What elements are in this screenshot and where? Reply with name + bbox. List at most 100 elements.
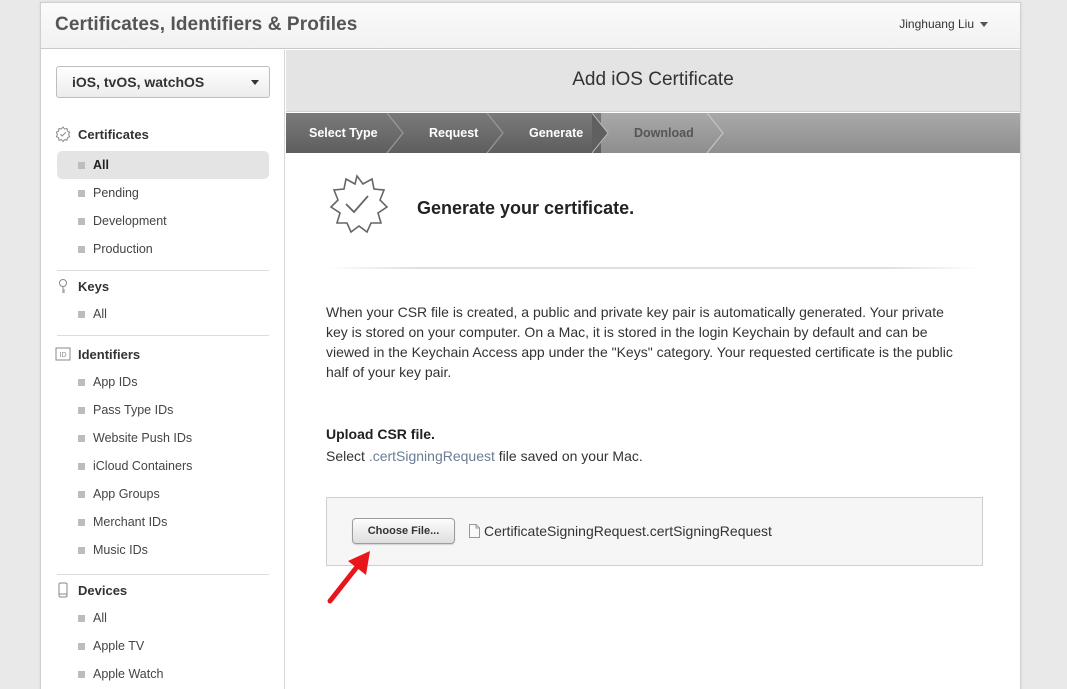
- id-icon: ID: [55, 346, 71, 362]
- sidebar-item-icloud-containers[interactable]: iCloud Containers: [57, 452, 269, 480]
- selected-file-name: CertificateSigningRequest.certSigningReq…: [484, 523, 772, 539]
- platform-select[interactable]: iOS, tvOS, watchOS: [56, 66, 270, 98]
- step-chevron-icon: [592, 113, 609, 153]
- page-header: Add iOS Certificate: [286, 50, 1020, 112]
- upload-heading: Upload CSR file.: [326, 426, 435, 442]
- key-icon: [55, 278, 71, 294]
- step-chevron-icon: [486, 113, 504, 153]
- sidebar-item-label: App IDs: [93, 375, 138, 389]
- sidebar-divider: [57, 574, 269, 575]
- id-icon-text: ID: [60, 352, 67, 359]
- step-select-type: Select Type: [309, 126, 378, 140]
- sidebar-item-apple-tv[interactable]: Apple TV: [57, 632, 269, 660]
- certificate-badge-icon: [329, 174, 388, 234]
- sidebar-divider: [57, 335, 269, 336]
- content-area: Generate your certificate. When your CSR…: [286, 153, 1020, 689]
- bullet-icon: [78, 245, 85, 253]
- sidebar-item-pass-type-ids[interactable]: Pass Type IDs: [57, 396, 269, 424]
- file-upload-box: Choose File... CertificateSigningRequest…: [326, 497, 983, 566]
- sidebar-item-app-groups[interactable]: App Groups: [57, 480, 269, 508]
- bullet-icon: [78, 406, 85, 414]
- sidebar-item-label: All: [93, 158, 109, 172]
- step-progress-bar: Select Type Request Generate Download: [286, 113, 1020, 153]
- sidebar-section-devices: Devices All Apple TV Apple Watch: [41, 579, 285, 688]
- step-download: Download: [634, 126, 694, 140]
- platform-select-value: iOS, tvOS, watchOS: [72, 74, 205, 90]
- sidebar-item-devices-all[interactable]: All: [57, 604, 269, 632]
- sidebar-item-pending[interactable]: Pending: [57, 179, 269, 207]
- sidebar-item-label: Apple Watch: [93, 667, 164, 681]
- sidebar-section-header: Devices: [41, 579, 285, 601]
- top-bar: Certificates, Identifiers & Profiles Jin…: [41, 3, 1020, 49]
- step-request: Request: [429, 126, 479, 140]
- upload-instructions: Select .certSigningRequest file saved on…: [326, 448, 643, 464]
- upload-instructions-suffix: file saved on your Mac.: [494, 448, 643, 464]
- sidebar-item-label: Apple TV: [93, 639, 145, 653]
- bullet-icon: [78, 378, 85, 386]
- sidebar-item-label: iCloud Containers: [93, 459, 193, 473]
- sidebar-section-title: Identifiers: [78, 346, 141, 362]
- sidebar-item-label: Development: [93, 214, 167, 228]
- sidebar-item-merchant-ids[interactable]: Merchant IDs: [57, 508, 269, 536]
- sidebar-item-label: Music IDs: [93, 543, 148, 557]
- bullet-icon: [78, 546, 85, 554]
- file-extension: .certSigningRequest: [368, 448, 495, 464]
- sidebar-section-header: ID Identifiers: [41, 343, 285, 365]
- device-icon: [55, 582, 71, 598]
- bullet-icon: [78, 310, 85, 318]
- step-chevron-icon: [386, 113, 404, 153]
- bullet-icon: [78, 217, 85, 225]
- certificate-icon: [55, 126, 71, 142]
- bullet-icon: [78, 642, 85, 650]
- app-title: Certificates, Identifiers & Profiles: [55, 14, 358, 35]
- bullet-icon: [78, 161, 85, 169]
- sidebar-item-apple-watch[interactable]: Apple Watch: [57, 660, 269, 688]
- sidebar-item-label: Website Push IDs: [93, 431, 193, 445]
- sidebar-item-label: Pending: [93, 186, 139, 200]
- generate-heading: Generate your certificate.: [417, 198, 635, 218]
- red-arrow-icon: [327, 551, 370, 604]
- upload-instructions-prefix: Select: [326, 448, 369, 464]
- sidebar-item-certificates-all[interactable]: All: [57, 151, 269, 179]
- step-chevron-icon: [706, 113, 724, 153]
- section-separator: [326, 267, 982, 269]
- sidebar-item-label: All: [93, 611, 107, 625]
- main-panel: Add iOS Certificate Select Type Request …: [286, 50, 1020, 689]
- sidebar-item-label: Merchant IDs: [93, 515, 168, 529]
- sidebar-item-label: App Groups: [93, 487, 160, 501]
- bullet-icon: [78, 189, 85, 197]
- bullet-icon: [78, 462, 85, 470]
- sidebar-item-label: Production: [93, 242, 153, 256]
- sidebar-section-title: Keys: [78, 278, 110, 294]
- sidebar-section-header: Certificates: [41, 123, 285, 145]
- user-menu[interactable]: Jinghuang Liu: [899, 17, 988, 31]
- sidebar-item-label: All: [93, 307, 107, 321]
- page-title: Add iOS Certificate: [572, 69, 734, 90]
- user-name: Jinghuang Liu: [899, 17, 974, 31]
- sidebar-section-identifiers: ID Identifiers App IDs Pass Type IDs Web…: [41, 343, 285, 564]
- sidebar-item-keys-all[interactable]: All: [57, 300, 269, 328]
- sidebar-section-keys: Keys All: [41, 275, 285, 328]
- sidebar-item-website-push-ids[interactable]: Website Push IDs: [57, 424, 269, 452]
- sidebar-item-label: Pass Type IDs: [93, 403, 174, 417]
- chevron-down-icon: [980, 21, 988, 27]
- bullet-icon: [78, 614, 85, 622]
- sidebar: iOS, tvOS, watchOS Certificates All Pend…: [41, 50, 285, 689]
- sidebar-item-app-ids[interactable]: App IDs: [57, 368, 269, 396]
- step-generate: Generate: [529, 126, 584, 140]
- sidebar-section-title: Certificates: [78, 126, 149, 142]
- chevron-down-icon: [251, 80, 259, 85]
- bullet-icon: [78, 670, 85, 678]
- sidebar-section-certificates: Certificates All Pending Development Pro…: [41, 123, 285, 263]
- app-window: Certificates, Identifiers & Profiles Jin…: [40, 2, 1021, 689]
- sidebar-item-development[interactable]: Development: [57, 207, 269, 235]
- sidebar-section-title: Devices: [78, 582, 128, 598]
- bullet-icon: [78, 490, 85, 498]
- sidebar-item-music-ids[interactable]: Music IDs: [57, 536, 269, 564]
- bullet-icon: [78, 434, 85, 442]
- csr-description: When your CSR file is created, a public …: [326, 304, 953, 380]
- sidebar-item-production[interactable]: Production: [57, 235, 269, 263]
- choose-file-button[interactable]: Choose File...: [352, 518, 455, 544]
- sidebar-divider: [57, 270, 269, 271]
- sidebar-section-header: Keys: [41, 275, 285, 297]
